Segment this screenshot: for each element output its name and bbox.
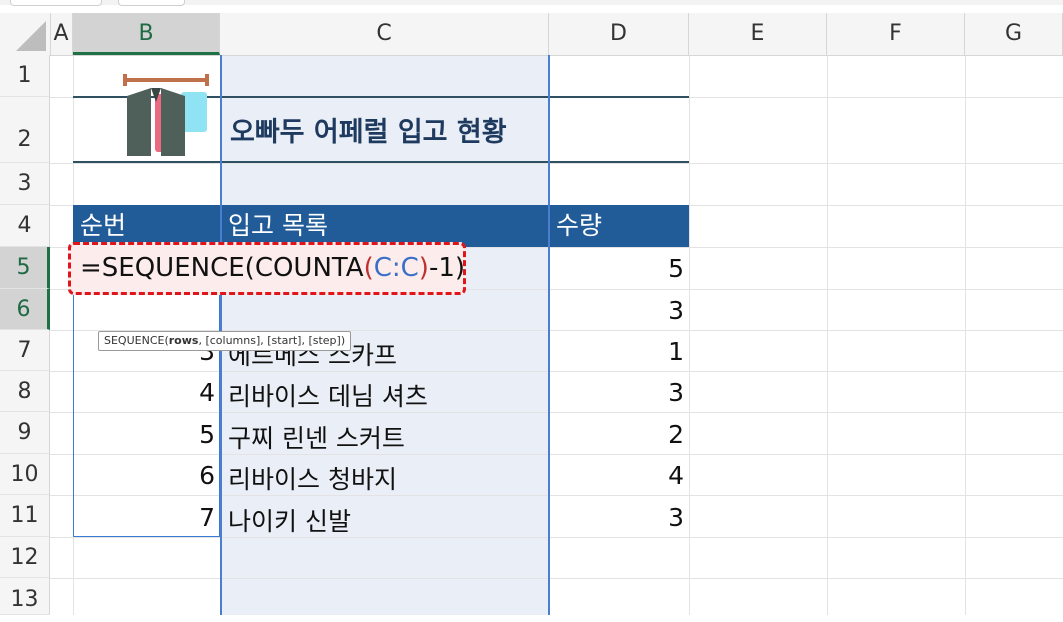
row-header-12[interactable]: 12 [0,537,50,578]
row-header-6[interactable]: 6 [0,289,50,330]
row-header-9[interactable]: 9 [0,412,50,454]
gridline [50,163,1063,164]
sheet-title: 오빠두 어페럴 입고 현황 [230,117,507,148]
cell-c9[interactable]: 구찌 린넨 스커트 [228,419,405,455]
gridline [689,55,690,615]
column-header-a[interactable]: A [50,13,73,55]
header-seq[interactable]: 순번 [80,205,126,247]
cell-d5[interactable]: 5 [554,254,684,283]
gridline [50,578,1063,579]
gridline [50,537,1063,538]
row-header-13[interactable]: 13 [0,578,50,615]
header-items[interactable]: 입고 목록 [228,205,328,247]
toolbar-tab[interactable] [10,0,102,6]
toolbar-strip [0,0,1063,6]
row-header-8[interactable]: 8 [0,371,50,412]
column-header-g[interactable]: G [965,13,1063,55]
formula-range-ref: C:C [373,253,419,283]
cell-b8[interactable]: 4 [70,378,215,407]
gridline [827,55,828,615]
tooltip-current-arg[interactable]: rows [169,334,199,347]
tooltip-rest: , [columns], [start], [step]) [198,334,346,347]
formula-open-paren: ( [363,253,374,283]
row-header-2[interactable]: 2 [0,97,50,163]
row-header-1[interactable]: 1 [0,55,50,97]
column-header-b[interactable]: B [73,13,220,55]
row-header-10[interactable]: 10 [0,454,50,495]
header-qty[interactable]: 수량 [556,205,602,247]
column-header-e[interactable]: E [689,13,827,55]
cell-b11[interactable]: 7 [70,503,215,532]
formula-close-paren: ) [418,253,429,283]
title-border-bottom [73,161,689,163]
function-argument-tooltip[interactable]: SEQUENCE(rows, [columns], [start], [step… [98,331,352,351]
cell-d9[interactable]: 2 [554,420,684,449]
cell-d7[interactable]: 1 [554,337,684,366]
cell-c10[interactable]: 리바이스 청바지 [228,460,397,496]
cell-c8[interactable]: 리바이스 데님 셔츠 [228,377,428,413]
formula-suffix: -1) [428,253,466,283]
row-header-5[interactable]: 5 [0,247,50,289]
clothing-rack-icon [123,74,209,156]
cell-c11[interactable]: 나이키 신발 [228,502,351,538]
column-header-d[interactable]: D [549,13,689,55]
column-header-c[interactable]: C [220,13,549,55]
cell-b9[interactable]: 5 [70,420,215,449]
cell-d10[interactable]: 4 [554,461,684,490]
cell-d11[interactable]: 3 [554,503,684,532]
cell-d8[interactable]: 3 [554,378,684,407]
tooltip-fn: SEQUENCE( [104,334,169,347]
column-header-f[interactable]: F [827,13,965,55]
toolbar-tab[interactable] [118,0,185,6]
cell-b10[interactable]: 6 [70,461,215,490]
row-header-7[interactable]: 7 [0,330,50,371]
row-header-4[interactable]: 4 [0,205,50,247]
cell-d6[interactable]: 3 [554,296,684,325]
select-all-corner[interactable] [0,13,51,55]
row-header-3[interactable]: 3 [0,163,50,205]
gridline [965,55,966,615]
column-c-ref-border [548,55,550,615]
row-header-11[interactable]: 11 [0,495,50,537]
formula-prefix: =SEQUENCE(COUNTA [80,253,364,283]
cell-formula-input[interactable]: =SEQUENCE(COUNTA(C:C)-1) [80,253,465,283]
